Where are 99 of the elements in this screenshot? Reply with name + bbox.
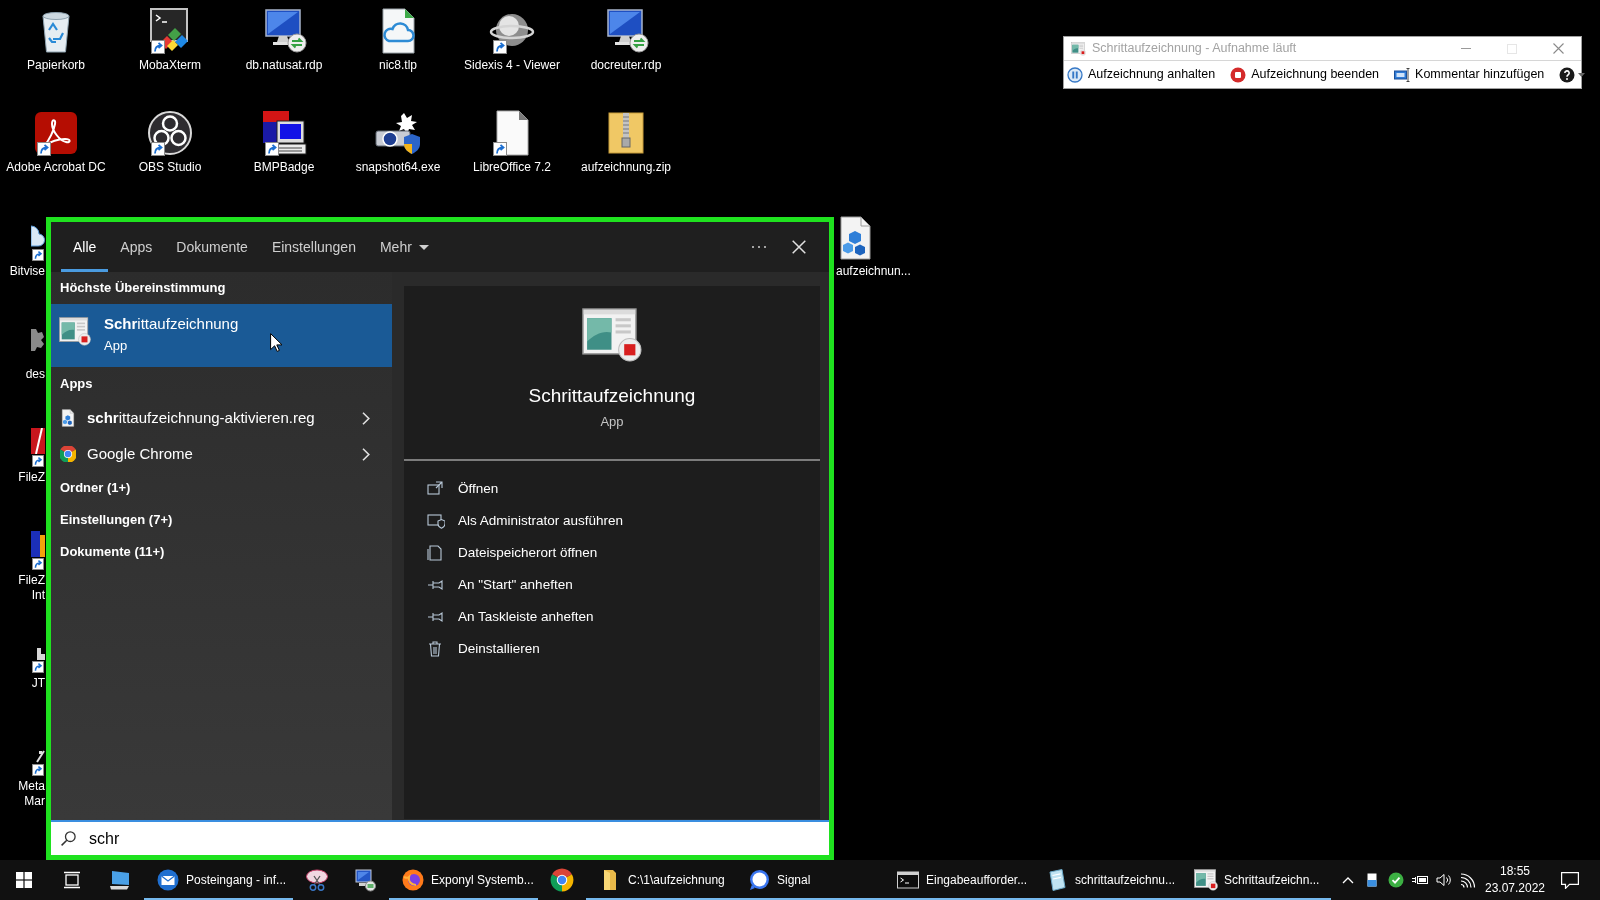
tab[interactable]: Einstellungen xyxy=(259,222,368,272)
maximize-icon xyxy=(1507,43,1517,54)
desktop-icon-label[interactable]: Mar xyxy=(24,794,45,809)
desktop-icon-label[interactable]: OBS Studio xyxy=(138,160,202,174)
desktop-icon-label[interactable]: docreuter.rdp xyxy=(590,58,662,72)
speaker-icon[interactable] xyxy=(1436,872,1452,888)
document-icon xyxy=(427,545,445,561)
computer-icon[interactable] xyxy=(260,109,308,157)
desktop-icon-label[interactable]: db.natusat.rdp xyxy=(245,58,323,72)
search-field[interactable]: schr xyxy=(51,820,829,855)
desktop-icon-label[interactable]: Meta xyxy=(18,779,45,794)
mail-icon xyxy=(156,868,180,892)
taskbar-button[interactable]: Eingabeaufforder... xyxy=(884,860,1033,900)
help-icon xyxy=(1559,66,1576,83)
mouse-cursor-icon xyxy=(270,333,282,352)
search-result[interactable]: schrittaufzeichnung-aktivieren.reg xyxy=(51,400,392,436)
computer-icon xyxy=(108,868,132,892)
desktop-icon-label[interactable]: aufzeichnung.zip xyxy=(580,160,672,174)
taskbar-button[interactable]: Exponyl Systemb... xyxy=(389,860,538,900)
taskbar-button[interactable]: Signal xyxy=(735,860,884,900)
app-window-icon xyxy=(1071,41,1086,56)
file-icon[interactable] xyxy=(838,216,873,260)
open-window-icon xyxy=(427,481,445,497)
file-icon xyxy=(61,409,75,427)
desktop-icon-label[interactable]: snapshot64.exe xyxy=(355,160,441,174)
app-window-icon xyxy=(582,308,642,362)
action-item[interactable]: Deinstallieren xyxy=(404,633,820,665)
action-item[interactable]: Öffnen xyxy=(404,473,820,505)
category-link[interactable]: Einstellungen (7+) xyxy=(60,510,173,530)
notifications-icon[interactable] xyxy=(1561,871,1579,889)
desktop-icon-label[interactable]: Bitvise xyxy=(9,264,45,279)
desktop-icon-label[interactable]: Adobe Acrobat DC xyxy=(6,160,106,174)
action-item[interactable]: An "Start" anheften xyxy=(404,569,820,601)
tab[interactable]: Mehr xyxy=(367,222,441,272)
search-result[interactable]: Google Chrome xyxy=(51,436,392,472)
scissors-icon xyxy=(305,868,329,892)
category-link[interactable]: Dokumente (11+) xyxy=(60,542,165,562)
section-heading: Höchste Übereinstimmung xyxy=(59,279,227,298)
close-icon xyxy=(792,240,806,254)
help-button[interactable] xyxy=(1559,66,1586,83)
desktop-icon-label[interactable]: Papierkorb xyxy=(27,58,85,72)
action-item[interactable]: Als Administrator ausführen xyxy=(404,505,820,537)
section-heading: Apps xyxy=(59,374,94,393)
desktop-icon-label[interactable]: LibreOffice 7.2 xyxy=(473,160,551,174)
round-logo-icon xyxy=(401,868,425,892)
caret-icon xyxy=(1578,72,1586,77)
task-view-icon xyxy=(63,871,81,889)
app-window-icon xyxy=(1194,868,1218,892)
search-result[interactable]: Schrittaufzeichnung App xyxy=(51,304,392,367)
windows-logo-icon xyxy=(16,872,32,888)
desktop-icon-label[interactable]: FileZ xyxy=(18,470,45,485)
clock-date[interactable]: 23.07.2022 xyxy=(1484,880,1546,897)
desktop-icon-label[interactable]: nic8.tlp xyxy=(379,58,417,72)
network-computer-icon xyxy=(353,868,377,892)
toolbar-button[interactable]: Aufzeichnung anhalten xyxy=(1067,65,1216,84)
app-icon[interactable] xyxy=(31,531,45,557)
pdf-icon[interactable] xyxy=(32,109,80,157)
desktop-icon-label[interactable]: Int xyxy=(31,588,45,603)
action-item[interactable]: An Taskleiste anheften xyxy=(404,601,820,633)
minimize-icon xyxy=(1461,48,1471,49)
shield-window-icon xyxy=(427,513,445,529)
chat-bubble-icon xyxy=(747,868,771,892)
chrome-icon xyxy=(550,868,574,892)
terminal-icon xyxy=(896,868,920,892)
app-window-icon xyxy=(59,317,91,346)
check-icon[interactable] xyxy=(1388,872,1404,888)
chrome-icon xyxy=(60,446,76,462)
desktop-icon-label[interactable]: des xyxy=(25,367,45,382)
app-type: App xyxy=(600,413,624,431)
desktop-icon-label[interactable]: FileZ xyxy=(18,573,45,588)
search-icon xyxy=(61,831,76,846)
comment-icon xyxy=(1394,66,1411,83)
pin-icon xyxy=(427,609,445,625)
app-title: Schrittaufzeichnung xyxy=(528,384,696,408)
clock-time[interactable]: 18:55 xyxy=(1500,863,1530,880)
pause-icon xyxy=(1067,66,1083,83)
cloud-icon[interactable] xyxy=(31,222,45,248)
taskbar-button[interactable]: Schrittaufzeichn... xyxy=(1182,860,1331,900)
desktop-icon-label[interactable]: MobaXterm xyxy=(139,58,201,72)
pin-icon xyxy=(427,577,445,593)
desktop-icon-label[interactable]: aufzeichnun... xyxy=(836,264,911,278)
window-title: Schrittaufzeichnung - Aufnahme läuft xyxy=(1092,40,1297,58)
taskbar-button[interactable]: Posteingang - inf... xyxy=(144,860,293,900)
toolbar-button[interactable]: Kommentar hinzufügen xyxy=(1394,65,1545,84)
tab[interactable]: Apps xyxy=(108,222,165,272)
close-icon xyxy=(1552,43,1564,54)
wifi-icon[interactable] xyxy=(1460,872,1476,888)
desktop-icon-label[interactable]: JT xyxy=(31,676,45,691)
taskbar-button[interactable]: schrittaufzeichnu... xyxy=(1033,860,1182,900)
tab[interactable]: Dokumente xyxy=(164,222,260,272)
category-link[interactable]: Ordner (1+) xyxy=(60,478,131,498)
desktop-icon-label[interactable]: BMPBadge xyxy=(253,160,315,174)
taskbar-button[interactable]: C:\1\aufzeichnung xyxy=(586,860,735,900)
desktop-icon-label[interactable]: Sidexis 4 - Viewer xyxy=(464,58,560,72)
chevron-right-icon xyxy=(362,447,370,461)
toolbar-button[interactable]: Aufzeichnung beenden xyxy=(1230,65,1380,84)
action-item[interactable]: Dateispeicherort öffnen xyxy=(404,537,820,569)
chevron-right-icon xyxy=(362,411,370,425)
stop-icon xyxy=(1230,66,1247,83)
